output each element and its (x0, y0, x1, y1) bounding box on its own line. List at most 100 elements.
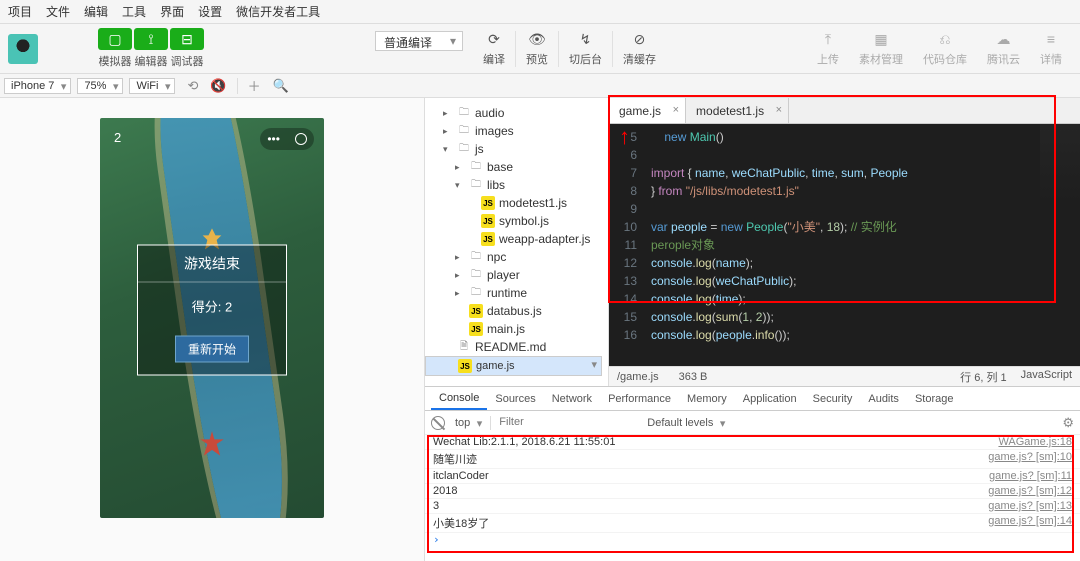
menu-设置[interactable]: 设置 (198, 3, 222, 20)
console-row[interactable]: 2018game.js? [sm]:12 (425, 484, 1080, 499)
tree-main.js[interactable]: JSmain.js (425, 320, 608, 338)
status-bar: /game.js 363 B 行 6, 列 1 JavaScript (609, 366, 1080, 386)
tree-runtime[interactable]: ▸🗀runtime (425, 284, 608, 302)
btn-详情[interactable]: ≡详情 (1030, 31, 1072, 67)
console-output[interactable]: Wechat Lib:2.1.1, 2018.6.21 11:55:01WAGa… (425, 435, 1080, 561)
tree-base[interactable]: ▸🗀base (425, 158, 608, 176)
device-select[interactable]: iPhone 7 (4, 78, 71, 94)
close-icon[interactable]: × (673, 104, 679, 116)
devtools-tabs: ConsoleSourcesNetworkPerformanceMemoryAp… (425, 387, 1080, 411)
btn-代码仓库[interactable]: ⎌代码仓库 (913, 31, 977, 67)
file-path: /game.js (617, 371, 659, 383)
tree-databus.js[interactable]: JSdatabus.js (425, 302, 608, 320)
capsule-button[interactable]: ••• (260, 128, 314, 150)
tab-modetest1.js[interactable]: modetest1.js× (686, 98, 789, 123)
mute-icon[interactable]: 🔇 (204, 78, 232, 94)
btn-预览[interactable]: 👁预览 (515, 31, 558, 67)
source-link[interactable]: game.js? [sm]:12 (988, 485, 1072, 497)
menu-界面[interactable]: 界面 (160, 3, 184, 20)
menu-微信开发者工具[interactable]: 微信开发者工具 (236, 3, 320, 20)
menu-文件[interactable]: 文件 (46, 3, 70, 20)
compile-mode-select[interactable]: 普通编译 (365, 31, 473, 51)
dt-tab-Network[interactable]: Network (544, 387, 600, 410)
score-top-left: 2 (114, 130, 121, 145)
code-editor[interactable]: ↑ game.js×modetest1.js× 5678910111213141… (609, 98, 1080, 386)
filter-input[interactable] (497, 414, 637, 431)
add-file-icon[interactable]: ＋ (242, 76, 267, 95)
menubar: 项目文件编辑工具界面设置微信开发者工具 (0, 0, 1080, 24)
line-gutter: 5678910111213141516 (609, 124, 643, 366)
file-tree[interactable]: ▸🗀audio▸🗀images▾🗀js▸🗀base▾🗀libsJSmodetes… (425, 98, 609, 386)
btn-模拟器[interactable]: ▢模拟器 (98, 28, 132, 69)
btn-编辑器[interactable]: ⟟编辑器 (134, 28, 168, 69)
tree-game.js[interactable]: JSgame.js (425, 356, 602, 376)
dt-tab-Sources[interactable]: Sources (487, 387, 543, 410)
code-area[interactable]: new Main() import { name, weChatPublic, … (643, 124, 1080, 366)
btn-切后台[interactable]: ↯切后台 (558, 31, 612, 67)
language-mode[interactable]: JavaScript (1021, 369, 1072, 385)
tree-audio[interactable]: ▸🗀audio (425, 104, 608, 122)
menu-编辑[interactable]: 编辑 (84, 3, 108, 20)
dt-tab-Console[interactable]: Console (431, 387, 487, 410)
btn-编译[interactable]: ⟳编译 (473, 31, 515, 67)
game-canvas[interactable]: 2 ••• 游戏结束 得分: 2 重新开始 (100, 118, 324, 518)
btn-调试器[interactable]: ⊟调试器 (170, 28, 204, 69)
console-row[interactable]: Wechat Lib:2.1.1, 2018.6.21 11:55:01WAGa… (425, 435, 1080, 450)
game-over-modal: 游戏结束 得分: 2 重新开始 (137, 245, 287, 376)
network-select[interactable]: WiFi (129, 78, 175, 94)
btn-腾讯云[interactable]: ☁腾讯云 (977, 31, 1030, 67)
search-icon[interactable]: 🔍 (267, 78, 295, 94)
source-link[interactable]: game.js? [sm]:13 (988, 500, 1072, 512)
close-icon[interactable]: × (776, 104, 782, 116)
simulator-strip: iPhone 7 75% WiFi ⟲ 🔇 ＋ 🔍 (0, 74, 1080, 98)
main-toolbar: ▢模拟器⟟编辑器⊟调试器 普通编译 ⟳编译👁预览↯切后台⊘清缓存 ⤒上传▦素材管… (0, 24, 1080, 74)
source-link[interactable]: game.js? [sm]:14 (988, 515, 1072, 531)
menu-工具[interactable]: 工具 (122, 3, 146, 20)
tree-README.md[interactable]: 🗎README.md (425, 338, 608, 356)
file-size: 363 B (679, 371, 708, 383)
dt-tab-Audits[interactable]: Audits (860, 387, 907, 410)
btn-素材管理[interactable]: ▦素材管理 (849, 31, 913, 67)
dt-tab-Application[interactable]: Application (735, 387, 805, 410)
console-row[interactable]: 小美18岁了game.js? [sm]:14 (425, 514, 1080, 533)
dt-tab-Memory[interactable]: Memory (679, 387, 735, 410)
gear-icon[interactable]: ⚙ (1062, 415, 1074, 431)
tree-js[interactable]: ▾🗀js (425, 140, 608, 158)
source-link[interactable]: game.js? [sm]:10 (988, 451, 1072, 467)
score-label: 得分: 2 (138, 283, 286, 330)
menu-项目[interactable]: 项目 (8, 3, 32, 20)
btn-上传[interactable]: ⤒上传 (807, 31, 849, 67)
tree-images[interactable]: ▸🗀images (425, 122, 608, 140)
tree-npc[interactable]: ▸🗀npc (425, 248, 608, 266)
btn-清缓存[interactable]: ⊘清缓存 (612, 31, 666, 67)
cursor-position: 行 6, 列 1 (960, 369, 1006, 385)
console-row[interactable]: itclanCodergame.js? [sm]:11 (425, 469, 1080, 484)
tab-game.js[interactable]: game.js× (609, 98, 686, 123)
editor-tabs: ↑ game.js×modetest1.js× (609, 98, 1080, 124)
tree-weapp-adapter.js[interactable]: JSweapp-adapter.js (425, 230, 608, 248)
restart-button[interactable]: 重新开始 (175, 336, 249, 363)
minimap[interactable] (1040, 124, 1080, 204)
dt-tab-Storage[interactable]: Storage (907, 387, 962, 410)
clear-console-icon[interactable] (431, 416, 445, 430)
zoom-select[interactable]: 75% (77, 78, 123, 94)
tree-symbol.js[interactable]: JSsymbol.js (425, 212, 608, 230)
source-link[interactable]: WAGame.js:18 (998, 436, 1072, 448)
dt-tab-Performance[interactable]: Performance (600, 387, 679, 410)
levels-select[interactable]: Default levels (643, 417, 727, 429)
orientation-icon[interactable]: ⟲ (181, 78, 204, 94)
console-prompt[interactable]: › (425, 533, 1080, 546)
tree-libs[interactable]: ▾🗀libs (425, 176, 608, 194)
console-row[interactable]: 随笔川迹game.js? [sm]:10 (425, 450, 1080, 469)
console-row[interactable]: 3game.js? [sm]:13 (425, 499, 1080, 514)
context-select[interactable]: top (451, 417, 484, 429)
arrow-annotation: ↑ (619, 124, 630, 150)
modal-title: 游戏结束 (138, 246, 286, 283)
dt-tab-Security[interactable]: Security (805, 387, 861, 410)
simulator-pane: 2 ••• 游戏结束 得分: 2 重新开始 (0, 98, 425, 561)
source-link[interactable]: game.js? [sm]:11 (989, 470, 1072, 482)
avatar[interactable] (8, 34, 38, 64)
tree-player[interactable]: ▸🗀player (425, 266, 608, 284)
tree-modetest1.js[interactable]: JSmodetest1.js (425, 194, 608, 212)
player-plane-icon (198, 430, 226, 458)
